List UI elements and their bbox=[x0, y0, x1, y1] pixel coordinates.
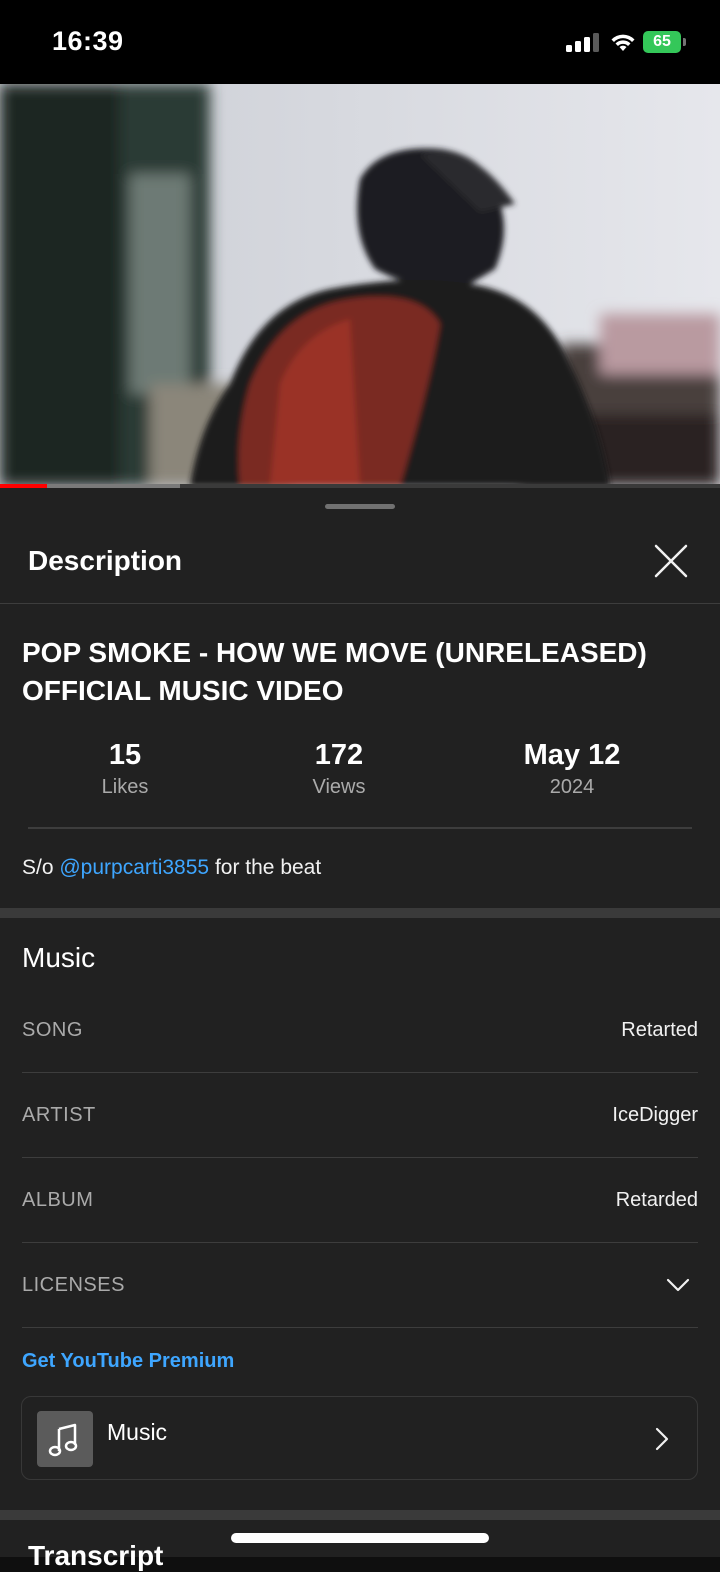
status-time: 16:39 bbox=[52, 26, 124, 56]
album-value: Retarded bbox=[615, 1189, 698, 1211]
song-key: SONG bbox=[22, 1019, 83, 1041]
likes-stat: 15 Likes bbox=[65, 738, 185, 802]
sheet-drag-handle[interactable] bbox=[325, 504, 395, 509]
stats-divider bbox=[28, 827, 692, 829]
views-stat: 172 Views bbox=[279, 738, 399, 802]
music-card[interactable]: Music bbox=[21, 1396, 698, 1480]
description-sheet: Description POP SMOKE - HOW WE MOVE (UNR… bbox=[0, 488, 720, 1571]
upload-year: 2024 bbox=[549, 776, 595, 798]
music-row-song: SONG Retarted bbox=[22, 1016, 698, 1101]
music-row-artist: ARTIST IceDigger bbox=[22, 1101, 698, 1186]
transcript-section-title: Transcript bbox=[28, 1540, 164, 1571]
get-premium-link[interactable]: Get YouTube Premium bbox=[22, 1350, 234, 1373]
video-player[interactable] bbox=[0, 84, 720, 486]
date-stat: May 12 2024 bbox=[502, 738, 642, 802]
music-section-title: Music bbox=[22, 942, 96, 973]
video-title: POP SMOKE - HOW WE MOVE (UNRELEASED) OFF… bbox=[22, 637, 647, 706]
music-row-album: ALBUM Retarded bbox=[22, 1186, 698, 1271]
status-bar: 16:39 65 bbox=[0, 0, 720, 84]
mention-link[interactable]: @purpcarti3855 bbox=[59, 856, 209, 879]
row-divider bbox=[22, 1327, 698, 1328]
battery-level: 65 bbox=[643, 31, 681, 53]
battery-charging-icon: 65 bbox=[643, 31, 689, 53]
chevron-right-icon bbox=[655, 1427, 669, 1451]
views-label: Views bbox=[312, 776, 366, 798]
description-suffix: for the beat bbox=[209, 856, 322, 879]
description-text: S/o @purpcarti3855 for the beat bbox=[22, 856, 321, 880]
header-divider bbox=[0, 603, 720, 604]
description-prefix: S/o bbox=[22, 856, 60, 879]
wifi-icon bbox=[611, 34, 635, 51]
song-value: Retarted bbox=[621, 1019, 698, 1041]
music-card-label: Music bbox=[107, 1419, 168, 1445]
licenses-key: LICENSES bbox=[22, 1274, 125, 1296]
licenses-row[interactable]: LICENSES bbox=[22, 1271, 698, 1356]
upload-date: May 12 bbox=[523, 739, 621, 771]
row-divider bbox=[22, 1242, 698, 1243]
row-divider bbox=[22, 1157, 698, 1158]
sheet-title: Description bbox=[28, 545, 183, 576]
artist-value: IceDigger bbox=[612, 1104, 698, 1126]
likes-count: 15 bbox=[108, 739, 142, 771]
chevron-down-icon[interactable] bbox=[666, 1273, 690, 1297]
section-separator bbox=[0, 1510, 720, 1520]
album-key: ALBUM bbox=[22, 1189, 94, 1211]
cellular-signal-icon bbox=[566, 32, 602, 52]
home-indicator bbox=[231, 1533, 489, 1543]
close-icon[interactable] bbox=[652, 542, 690, 580]
section-separator bbox=[0, 908, 720, 918]
music-note-icon bbox=[37, 1411, 93, 1467]
row-divider bbox=[22, 1072, 698, 1073]
views-count: 172 bbox=[314, 739, 364, 771]
video-frame bbox=[0, 84, 720, 486]
artist-key: ARTIST bbox=[22, 1104, 96, 1126]
likes-label: Likes bbox=[101, 776, 149, 798]
